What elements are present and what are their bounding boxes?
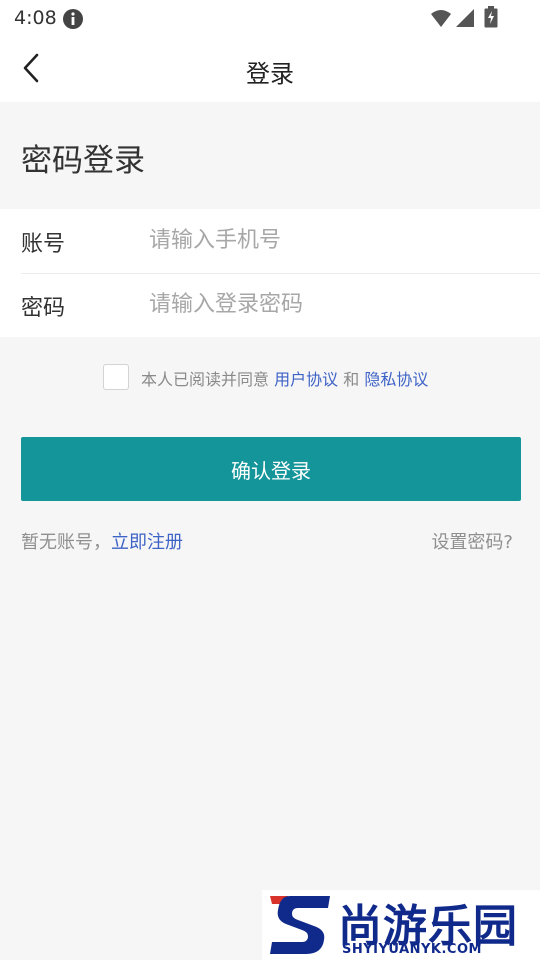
agreement-prefix: 本人已阅读并同意 xyxy=(141,370,270,389)
password-label: 密码 xyxy=(21,296,66,321)
watermark: 尚游乐园 SHYIYUANYK.COM xyxy=(262,890,540,960)
agreement-text: 本人已阅读并同意 用户协议 和 隐私协议 xyxy=(141,366,428,390)
confirm-login-button[interactable]: 确认登录 xyxy=(21,437,521,501)
account-row: 账号 xyxy=(21,209,540,274)
privacy-policy-link[interactable]: 隐私协议 xyxy=(364,370,428,389)
register-link[interactable]: 立即注册 xyxy=(111,532,183,553)
app-header: 登录 xyxy=(0,36,540,102)
user-agreement-link[interactable]: 用户协议 xyxy=(274,370,338,389)
login-form: 账号 密码 xyxy=(0,209,540,337)
phone-input[interactable] xyxy=(149,223,509,257)
wifi-icon xyxy=(431,10,451,27)
signal-icon xyxy=(456,9,474,27)
register-prefix: 暂无账号， xyxy=(21,532,111,553)
account-label: 账号 xyxy=(21,232,66,257)
register-prompt: 暂无账号，立即注册 xyxy=(21,528,183,554)
agreement-checkbox[interactable] xyxy=(103,364,129,390)
watermark-url: SHYIYUANYK.COM xyxy=(342,942,482,957)
agreement-conjunction: 和 xyxy=(343,370,360,389)
set-password-link[interactable]: 设置密码? xyxy=(431,528,513,554)
status-bar: 4:08 xyxy=(0,0,540,36)
info-icon xyxy=(63,9,83,29)
status-time: 4:08 xyxy=(14,7,57,29)
password-input[interactable] xyxy=(149,287,509,321)
watermark-logo-icon xyxy=(270,896,330,954)
battery-icon xyxy=(484,6,498,28)
section-title: 密码登录 xyxy=(21,143,145,179)
page-title: 登录 xyxy=(246,60,294,88)
password-row: 密码 xyxy=(21,273,540,337)
